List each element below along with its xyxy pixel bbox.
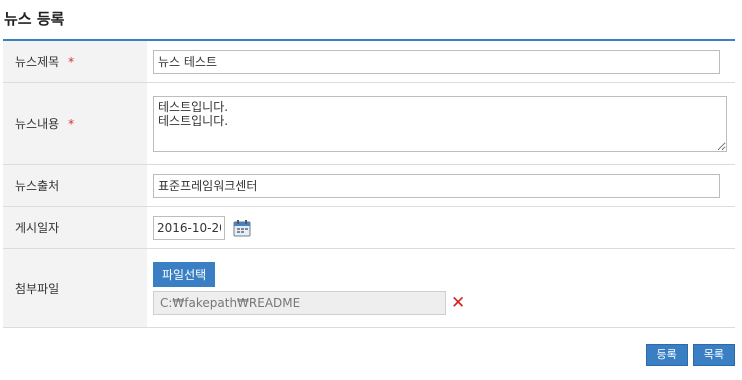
content-label: 뉴스내용 [15,117,60,131]
source-label-cell: 뉴스출처 [3,165,147,206]
source-value-cell [147,165,735,206]
news-form: 뉴스제목 * 뉴스내용 * 테스트입니다. 테스트입니다. 뉴스출처 게시일자 [3,39,735,328]
title-label-cell: 뉴스제목 * [3,41,147,82]
date-label: 게시일자 [15,221,60,235]
date-value-cell [147,207,735,248]
title-value-cell [147,41,735,82]
post-date-input[interactable] [153,215,225,240]
row-attachment: 첨부파일 파일선택 C:₩fakepath₩README ✕ [3,249,735,328]
page-title: 뉴스 등록 [4,10,65,28]
news-title-input[interactable] [153,49,720,74]
title-label: 뉴스제목 [15,55,60,69]
calendar-icon[interactable] [233,219,251,237]
attach-value-cell: 파일선택 C:₩fakepath₩README ✕ [147,249,735,327]
register-button[interactable]: 등록 [645,344,688,366]
row-post-date: 게시일자 [3,207,735,249]
row-news-content: 뉴스내용 * 테스트입니다. 테스트입니다. [3,83,735,165]
attach-label: 첨부파일 [15,281,60,296]
news-source-input[interactable] [153,173,720,198]
delete-file-icon[interactable]: ✕ [451,295,465,312]
choose-file-button[interactable]: 파일선택 [153,262,216,287]
date-label-cell: 게시일자 [3,207,147,248]
news-content-textarea[interactable]: 테스트입니다. 테스트입니다. [153,95,727,152]
row-news-title: 뉴스제목 * [3,41,735,83]
source-label: 뉴스출처 [15,179,60,193]
content-value-cell: 테스트입니다. 테스트입니다. [147,83,735,164]
list-button[interactable]: 목록 [692,344,735,366]
action-buttons: 등록 목록 [645,344,735,366]
row-news-source: 뉴스출처 [3,165,735,207]
attach-label-cell: 첨부파일 [3,249,147,327]
required-mark: * [68,54,75,69]
required-mark: * [68,116,75,131]
file-path-field: C:₩fakepath₩README [153,291,446,315]
content-label-cell: 뉴스내용 * [3,83,147,164]
